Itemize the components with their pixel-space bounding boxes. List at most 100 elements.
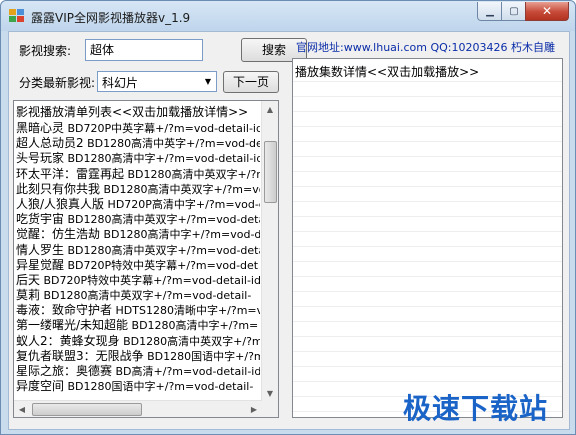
movie-list-item[interactable]: 后天 BD720P特效中英字幕+/?m=vod-detail-id bbox=[16, 273, 260, 288]
movie-list-item[interactable]: 环太平洋：雷霆再起 BD1280高清中英双字+/?m= bbox=[16, 167, 260, 182]
category-selected-value: 科幻片 bbox=[102, 76, 139, 90]
category-label: 分类最新影视: bbox=[19, 76, 96, 90]
minimize-icon: ▁ bbox=[486, 5, 494, 17]
movie-list-item[interactable]: 情人罗生 BD1280高清中英双字+/?m=vod-deta bbox=[16, 243, 260, 258]
episode-row-divider bbox=[293, 306, 562, 307]
website-info-text[interactable]: 官网地址:www.lhuai.com QQ:10203426 朽木自雕 bbox=[296, 39, 555, 55]
episode-row-divider bbox=[293, 381, 562, 382]
episode-row-divider bbox=[293, 216, 562, 217]
episode-row-divider bbox=[293, 156, 562, 157]
scroll-right-icon[interactable]: ▶ bbox=[246, 401, 262, 417]
scrollbar-corner bbox=[262, 401, 278, 417]
window-title: 露露VIP全网影视播放器v_1.9 bbox=[31, 11, 191, 25]
movie-detail: HD720P高清中字+/?m=vod-det bbox=[104, 197, 260, 211]
movie-list-item[interactable]: 异星觉醒 BD720P特效中英字幕+/?m=vod-det bbox=[16, 258, 260, 273]
movie-title: 莫莉 bbox=[16, 288, 41, 303]
movie-detail: BD1280高清中英双字+/?m= bbox=[127, 167, 261, 181]
movie-title: 黑暗心灵 bbox=[16, 121, 65, 135]
movie-list-horizontal-scrollbar[interactable]: ◀ ▶ bbox=[14, 400, 262, 417]
movie-list-item[interactable]: 头号玩家 BD1280高清中字+/?m=vod-detail-id bbox=[16, 151, 260, 166]
title-bar[interactable]: 露露VIP全网影视播放器v_1.9 ▁ ▢ ✕ bbox=[1, 1, 575, 31]
episode-row-divider bbox=[293, 366, 562, 367]
movie-title: 头号玩家 bbox=[16, 151, 65, 166]
movie-title: 人狼/人狼真人版 bbox=[16, 196, 105, 211]
movie-list[interactable]: 影视播放清单列表<<双击加载播放详情>> 黑暗心灵 BD720P中英字幕+/?m… bbox=[13, 100, 279, 418]
movie-title: 异星觉醒 bbox=[16, 257, 65, 272]
movie-detail: BD1280高清中英双字+/?m=vod-deta bbox=[64, 213, 261, 227]
category-select[interactable]: 科幻片 ▼ bbox=[97, 71, 217, 92]
movie-title: 吃货宇宙 bbox=[16, 212, 65, 227]
episode-row-divider bbox=[293, 171, 562, 172]
watermark-text: 极速下载站 bbox=[403, 392, 549, 425]
vertical-scroll-thumb[interactable] bbox=[264, 141, 277, 203]
movie-detail: BD高清+/?m=vod-detail-id bbox=[112, 365, 261, 378]
movie-list-item[interactable]: 黑暗心灵 BD720P中英字幕+/?m=vod-detail-id bbox=[16, 121, 260, 136]
episode-row-divider bbox=[293, 261, 562, 262]
app-window: 露露VIP全网影视播放器v_1.9 ▁ ▢ ✕ 影视搜索: 超体 搜索 分类最新… bbox=[0, 0, 576, 435]
episode-row-divider bbox=[293, 321, 562, 322]
movie-detail: BD1280高清中英字+/?m=vod-detail- bbox=[87, 137, 260, 151]
movie-list-item[interactable]: 觉醒：仿生浩劫 BD1280高清中字+/?m=vod-det bbox=[16, 227, 260, 242]
episode-list[interactable]: 播放集数详情<<双击加载播放>> bbox=[292, 58, 563, 418]
episode-row-divider bbox=[293, 201, 562, 202]
movie-detail: BD1280高清中字+/?m= bbox=[128, 319, 259, 333]
episode-list-header: 播放集数详情<<双击加载播放>> bbox=[295, 65, 480, 79]
movie-list-item[interactable]: 复仇者联盟3：无限战争 BD1280国语中字+/?m bbox=[16, 349, 260, 364]
movie-list-item[interactable]: 人狼/人狼真人版 HD720P高清中字+/?m=vod-det bbox=[16, 197, 260, 212]
search-input[interactable]: 超体 bbox=[85, 39, 203, 61]
maximize-button[interactable]: ▢ bbox=[501, 2, 527, 21]
movie-detail: BD1280高清中字+/?m=vod-detail-id bbox=[64, 152, 261, 166]
close-button[interactable]: ✕ bbox=[525, 2, 569, 21]
movie-detail: BD720P特效中英字幕+/?m=vod-detail-id bbox=[40, 273, 261, 287]
scroll-left-icon[interactable]: ◀ bbox=[14, 401, 30, 417]
movie-detail: BD1280高清中英双字+/?m= bbox=[119, 334, 260, 348]
movie-title: 情人罗生 bbox=[16, 242, 65, 257]
app-icon bbox=[9, 9, 24, 22]
scroll-up-icon[interactable]: ▲ bbox=[262, 101, 278, 117]
movie-list-header: 影视播放清单列表<<双击加载播放详情>> bbox=[16, 105, 249, 119]
movie-detail: BD720P中英字幕+/?m=vod-detail-id bbox=[64, 122, 261, 135]
movie-title: 环太平洋：雷霆再起 bbox=[16, 166, 125, 181]
movie-list-item[interactable]: 此刻只有你共我 BD1280高清中英双字+/?m=vod bbox=[16, 182, 260, 197]
movie-detail: BD1280高清中英双字+/?m=vod-deta bbox=[64, 243, 261, 257]
next-page-button[interactable]: 下一页 bbox=[223, 71, 279, 93]
movie-title: 复仇者联盟3：无限战争 bbox=[16, 348, 144, 363]
movie-title: 后天 bbox=[16, 272, 41, 287]
movie-detail: BD1280国语中字+/?m=vod-detail- bbox=[64, 380, 254, 394]
movie-detail: BD1280高清中英双字+/?m=vod-detail- bbox=[40, 289, 252, 303]
close-icon: ✕ bbox=[541, 4, 553, 18]
movie-detail: BD1280高清中英双字+/?m=vod bbox=[100, 182, 261, 196]
maximize-icon: ▢ bbox=[509, 5, 519, 17]
movie-title: 第一缕曙光/未知超能 bbox=[16, 318, 129, 333]
chevron-down-icon[interactable]: ▼ bbox=[200, 72, 216, 91]
episode-row-divider bbox=[293, 351, 562, 352]
episode-row-divider bbox=[293, 336, 562, 337]
episode-row-divider bbox=[293, 126, 562, 127]
movie-list-rows: 黑暗心灵 BD720P中英字幕+/?m=vod-detail-id 超人总动员2 … bbox=[16, 121, 260, 403]
movie-list-item[interactable]: 超人总动员2 BD1280高清中英字+/?m=vod-detail- bbox=[16, 136, 260, 151]
movie-list-item[interactable]: 毒液：致命守护者 HDTS1280清晰中字+/?m=vod bbox=[16, 303, 260, 318]
movie-list-item[interactable]: 吃货宇宙 BD1280高清中英双字+/?m=vod-deta bbox=[16, 212, 260, 227]
movie-list-item[interactable]: 异度空间 BD1280国语中字+/?m=vod-detail- bbox=[16, 379, 260, 394]
movie-title: 异度空间 bbox=[16, 379, 65, 394]
movie-detail: BD1280高清中字+/?m=vod-det bbox=[100, 228, 261, 242]
episode-row-divider bbox=[293, 186, 562, 187]
movie-detail: HDTS1280清晰中字+/?m=vod bbox=[115, 304, 261, 318]
movie-list-item[interactable]: 莫莉 BD1280高清中英双字+/?m=vod-detail- bbox=[16, 288, 260, 303]
episode-row-divider bbox=[293, 96, 562, 97]
movie-detail: BD720P特效中英字幕+/?m=vod-det bbox=[64, 258, 259, 272]
horizontal-scroll-thumb[interactable] bbox=[32, 403, 142, 416]
movie-title: 超人总动员2 bbox=[16, 136, 84, 151]
movie-list-item[interactable]: 蚁人2：黄蜂女现身 BD1280高清中英双字+/?m= bbox=[16, 334, 260, 349]
movie-list-item[interactable]: 第一缕曙光/未知超能 BD1280高清中字+/?m= bbox=[16, 318, 260, 333]
movie-title: 星际之旅：奥德赛 bbox=[16, 364, 113, 378]
episode-row-divider bbox=[293, 141, 562, 142]
episode-row-divider bbox=[293, 81, 562, 82]
minimize-button[interactable]: ▁ bbox=[477, 2, 503, 21]
movie-list-item[interactable]: 星际之旅：奥德赛 BD高清+/?m=vod-detail-id bbox=[16, 364, 260, 379]
search-label: 影视搜索: bbox=[19, 44, 72, 58]
movie-list-vertical-scrollbar[interactable]: ▲ ▼ bbox=[261, 101, 278, 401]
scroll-down-icon[interactable]: ▼ bbox=[262, 385, 278, 401]
episode-row-divider bbox=[293, 231, 562, 232]
episode-row-divider bbox=[293, 276, 562, 277]
